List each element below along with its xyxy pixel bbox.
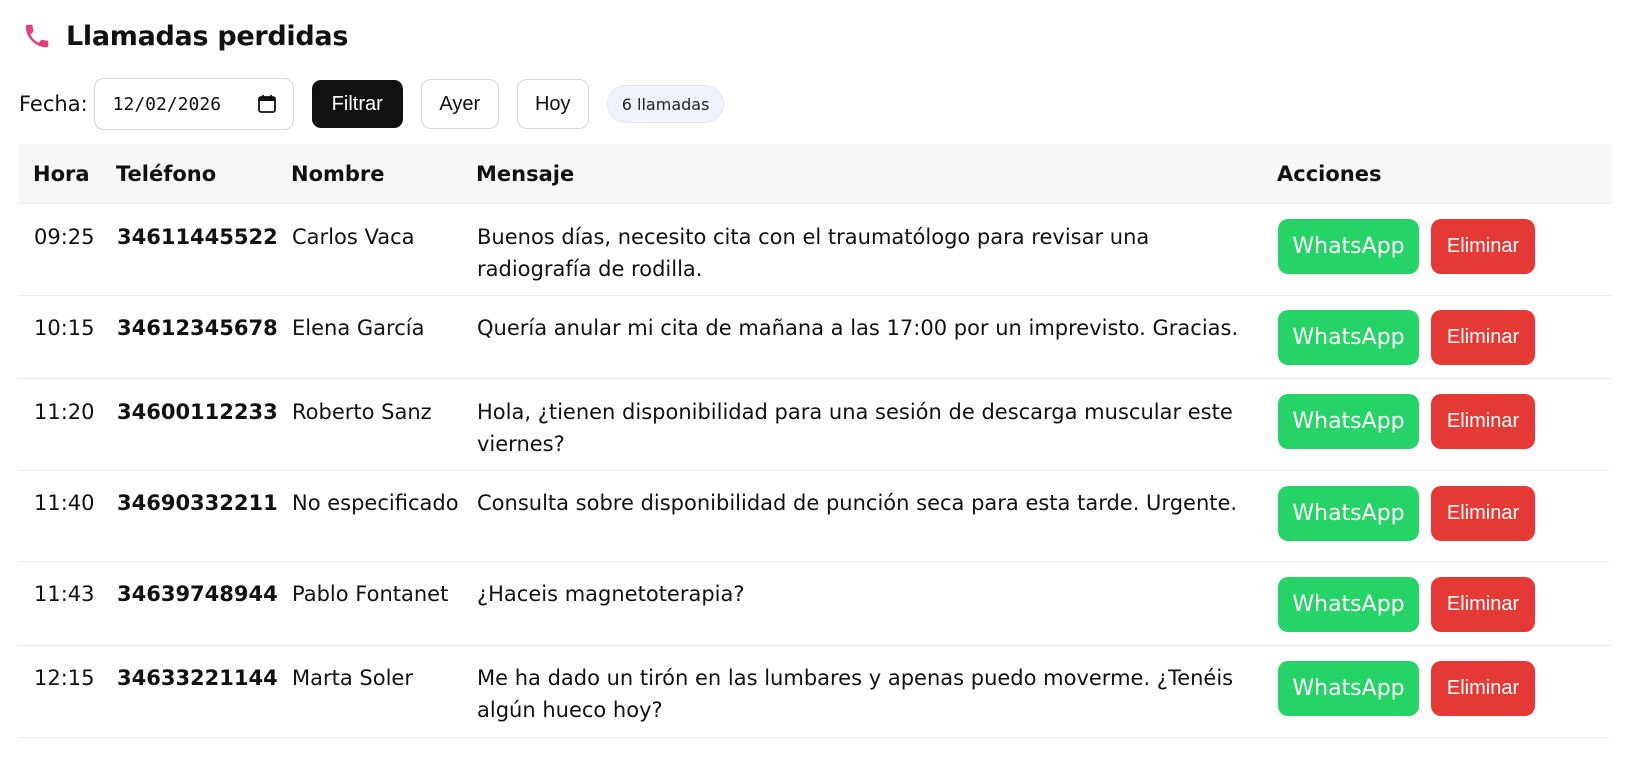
table-row: 09:25 34611445522 Carlos Vaca Buenos día… (18, 204, 1612, 296)
delete-button[interactable]: Eliminar (1431, 394, 1535, 449)
table-row: 11:43 34639748944 Pablo Fontanet ¿Haceis… (18, 562, 1612, 646)
cell-telefono: 34633221144 (117, 666, 278, 690)
cell-mensaje: Quería anular mi cita de mañana a las 17… (477, 316, 1239, 340)
calendar-icon[interactable] (257, 94, 277, 114)
yesterday-button[interactable]: Ayer (420, 79, 499, 129)
call-count-badge: 6 llamadas (606, 85, 725, 123)
cell-mensaje: Me ha dado un tirón en las lumbares y ap… (477, 666, 1234, 722)
whatsapp-button[interactable]: WhatsApp (1278, 486, 1419, 541)
cell-mensaje: Buenos días, necesito cita con el trauma… (477, 225, 1150, 281)
filter-toolbar: Fecha: 12/02/2026 Filtrar Ayer Hoy 6 lla… (19, 78, 725, 130)
missed-calls-table: Hora Teléfono Nombre Mensaje Acciones 09… (18, 144, 1612, 738)
delete-button[interactable]: Eliminar (1431, 661, 1535, 716)
cell-hora: 11:20 (34, 400, 95, 424)
whatsapp-button[interactable]: WhatsApp (1278, 394, 1419, 449)
row-actions: WhatsApp Eliminar (1278, 661, 1535, 716)
row-actions: WhatsApp Eliminar (1278, 394, 1535, 449)
cell-telefono: 34612345678 (117, 316, 278, 340)
cell-nombre: Elena García (292, 316, 425, 340)
page-header: Llamadas perdidas (22, 14, 348, 58)
whatsapp-button[interactable]: WhatsApp (1278, 310, 1419, 365)
cell-hora: 11:43 (34, 582, 95, 606)
filter-button[interactable]: Filtrar (311, 80, 403, 128)
delete-button[interactable]: Eliminar (1431, 219, 1535, 274)
table-header: Hora Teléfono Nombre Mensaje Acciones (18, 144, 1612, 204)
cell-nombre: No especificado (292, 491, 459, 515)
phone-icon (25, 24, 49, 48)
table-row: 10:15 34612345678 Elena García Quería an… (18, 296, 1612, 379)
cell-telefono: 34611445522 (117, 225, 278, 249)
page-title: Llamadas perdidas (66, 20, 349, 52)
cell-telefono: 34600112233 (117, 400, 278, 424)
row-actions: WhatsApp Eliminar (1278, 219, 1535, 274)
cell-hora: 12:15 (34, 666, 95, 690)
whatsapp-button[interactable]: WhatsApp (1278, 219, 1419, 274)
today-button[interactable]: Hoy (516, 79, 589, 129)
cell-hora: 11:40 (34, 491, 95, 515)
row-actions: WhatsApp Eliminar (1278, 310, 1535, 365)
table-row: 11:20 34600112233 Roberto Sanz Hola, ¿ti… (18, 379, 1612, 471)
header-nombre: Nombre (291, 161, 385, 186)
cell-nombre: Marta Soler (292, 666, 413, 690)
table-row: 12:15 34633221144 Marta Soler Me ha dado… (18, 646, 1612, 738)
cell-nombre: Pablo Fontanet (292, 582, 449, 606)
delete-button[interactable]: Eliminar (1431, 577, 1535, 632)
cell-telefono: 34690332211 (117, 491, 278, 515)
date-value: 12/02/2026 (112, 93, 222, 115)
table-row: 11:40 34690332211 No especificado Consul… (18, 471, 1612, 562)
cell-hora: 10:15 (34, 316, 95, 340)
delete-button[interactable]: Eliminar (1431, 310, 1535, 365)
cell-mensaje: Hola, ¿tienen disponibilidad para una se… (477, 400, 1233, 456)
header-mensaje: Mensaje (476, 161, 575, 186)
whatsapp-button[interactable]: WhatsApp (1278, 577, 1419, 632)
delete-button[interactable]: Eliminar (1431, 486, 1535, 541)
cell-telefono: 34639748944 (117, 582, 278, 606)
header-acciones: Acciones (1277, 161, 1382, 186)
row-actions: WhatsApp Eliminar (1278, 577, 1535, 632)
cell-nombre: Roberto Sanz (292, 400, 432, 424)
cell-hora: 09:25 (34, 225, 95, 249)
whatsapp-button[interactable]: WhatsApp (1278, 661, 1419, 716)
cell-nombre: Carlos Vaca (292, 225, 415, 249)
cell-mensaje: ¿Haceis magnetoterapia? (477, 582, 745, 606)
date-label: Fecha: (19, 92, 88, 116)
header-hora: Hora (33, 161, 90, 186)
cell-mensaje: Consulta sobre disponibilidad de punción… (477, 491, 1238, 515)
date-input[interactable]: 12/02/2026 (93, 78, 294, 130)
header-telefono: Teléfono (116, 161, 217, 186)
row-actions: WhatsApp Eliminar (1278, 486, 1535, 541)
